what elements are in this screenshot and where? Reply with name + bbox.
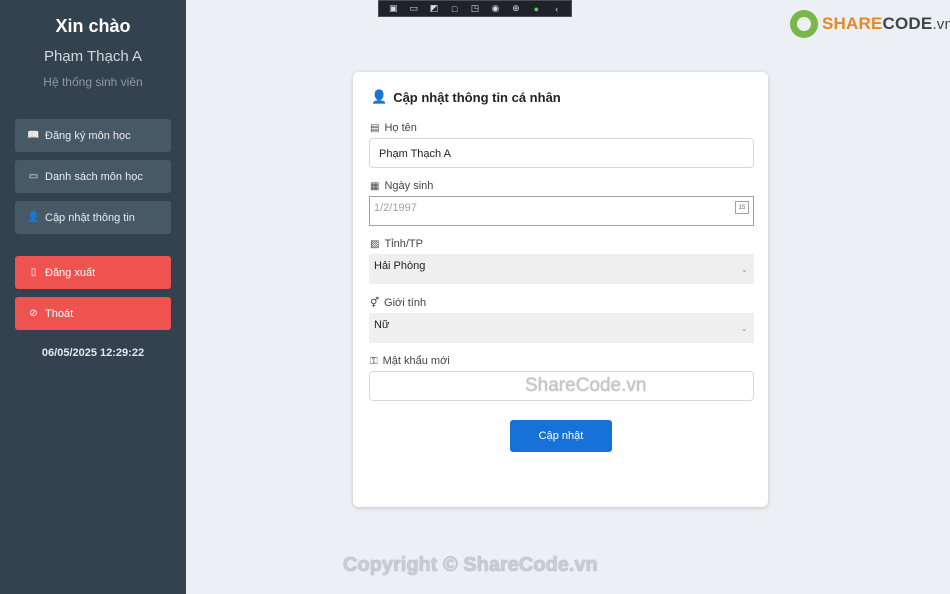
date-picker-icon[interactable]: 15 bbox=[735, 201, 749, 214]
exit-button[interactable]: ⊘ Thoát bbox=[15, 297, 171, 330]
nav-register-courses-button[interactable]: 📖 Đăng ký môn học bbox=[15, 119, 171, 152]
chevron-down-icon: ⌄ bbox=[740, 264, 748, 274]
id-badge-icon: ▤ bbox=[370, 122, 380, 134]
name-label: ▤ Họ tên bbox=[370, 122, 417, 134]
city-icon: ▨ bbox=[370, 238, 380, 250]
password-label: ⚿ Mật khẩu mới bbox=[370, 355, 450, 367]
greeting: Xin chào bbox=[55, 16, 131, 36]
window-icon[interactable]: □ bbox=[449, 4, 461, 14]
sidebar: Xin chào Phạm Thạch A Hệ thống sinh viên… bbox=[0, 0, 186, 594]
book-open-icon: 📖 bbox=[27, 130, 40, 141]
nav-label: Cập nhật thông tin bbox=[45, 211, 135, 224]
screenshot-icon[interactable]: ▣ bbox=[387, 3, 399, 14]
update-button[interactable]: Cập nhật bbox=[510, 420, 612, 452]
logo-text: SHARECODE.vn bbox=[822, 14, 950, 33]
book-icon: ▭ bbox=[28, 171, 39, 182]
gender-value: Nữ bbox=[374, 319, 390, 331]
watermark-copyright: Copyright © ShareCode.vn bbox=[343, 554, 598, 576]
sharecode-logo: SHARECODE.vn bbox=[790, 10, 950, 38]
user-icon: 👤 bbox=[371, 89, 388, 104]
calendar-icon: ▦ bbox=[370, 180, 380, 192]
nav-label: Đăng ký môn học bbox=[45, 129, 131, 142]
collapse-icon[interactable]: ‹ bbox=[551, 4, 563, 14]
city-value: Hải Phòng bbox=[374, 260, 426, 272]
record-icon[interactable]: ▭ bbox=[408, 3, 420, 14]
screen-toolbar: ▣ ▭ ◩ □ ◳ ◉ ⊕ ● ‹ bbox=[378, 0, 572, 17]
check-icon[interactable]: ● bbox=[530, 4, 542, 14]
user-icon: 👤 bbox=[27, 212, 40, 223]
logout-icon: ▯ bbox=[30, 267, 37, 278]
ban-icon: ⊘ bbox=[29, 308, 38, 319]
user-name: Phạm Thạch A bbox=[43, 48, 143, 65]
clock: 06/05/2025 12:29:22 bbox=[41, 347, 145, 359]
gender-label: ⚥ Giới tính bbox=[370, 297, 427, 309]
accessibility-icon[interactable]: ⊕ bbox=[510, 3, 522, 14]
exit-label: Thoát bbox=[45, 307, 74, 320]
update-info-card: 👤 Cập nhật thông tin cá nhân ▤ Họ tên Ph… bbox=[353, 72, 768, 507]
form-title: 👤 Cập nhật thông tin cá nhân bbox=[371, 89, 561, 105]
dob-label: ▦ Ngày sinh bbox=[370, 180, 434, 192]
dob-input[interactable]: 1/2/1997 15 bbox=[369, 196, 754, 226]
logo-icon bbox=[790, 10, 818, 38]
cast-icon[interactable]: ◩ bbox=[428, 3, 440, 14]
present-icon[interactable]: ◳ bbox=[469, 3, 481, 14]
logout-button[interactable]: ▯ Đăng xuất bbox=[15, 256, 171, 289]
system-subtitle: Hệ thống sinh viên bbox=[43, 75, 143, 89]
city-select[interactable]: Hải Phòng ⌄ bbox=[369, 254, 754, 284]
gender-select[interactable]: Nữ ⌄ bbox=[369, 313, 754, 343]
gender-icon: ⚥ bbox=[370, 297, 380, 309]
nav-label: Danh sách môn học bbox=[45, 170, 143, 183]
broadcast-icon[interactable]: ◉ bbox=[489, 3, 501, 14]
logout-label: Đăng xuất bbox=[45, 266, 96, 279]
watermark-center: ShareCode.vn bbox=[525, 375, 647, 396]
chevron-down-icon: ⌄ bbox=[740, 323, 748, 333]
city-label: ▨ Tỉnh/TP bbox=[370, 238, 423, 250]
nav-course-list-button[interactable]: ▭ Danh sách môn học bbox=[15, 160, 171, 193]
name-input[interactable]: Phạm Thạch A bbox=[369, 138, 754, 168]
lock-icon: ⚿ bbox=[370, 355, 378, 367]
dob-value: 1/2/1997 bbox=[374, 202, 417, 214]
nav-update-info-button[interactable]: 👤 Cập nhật thông tin bbox=[15, 201, 171, 234]
